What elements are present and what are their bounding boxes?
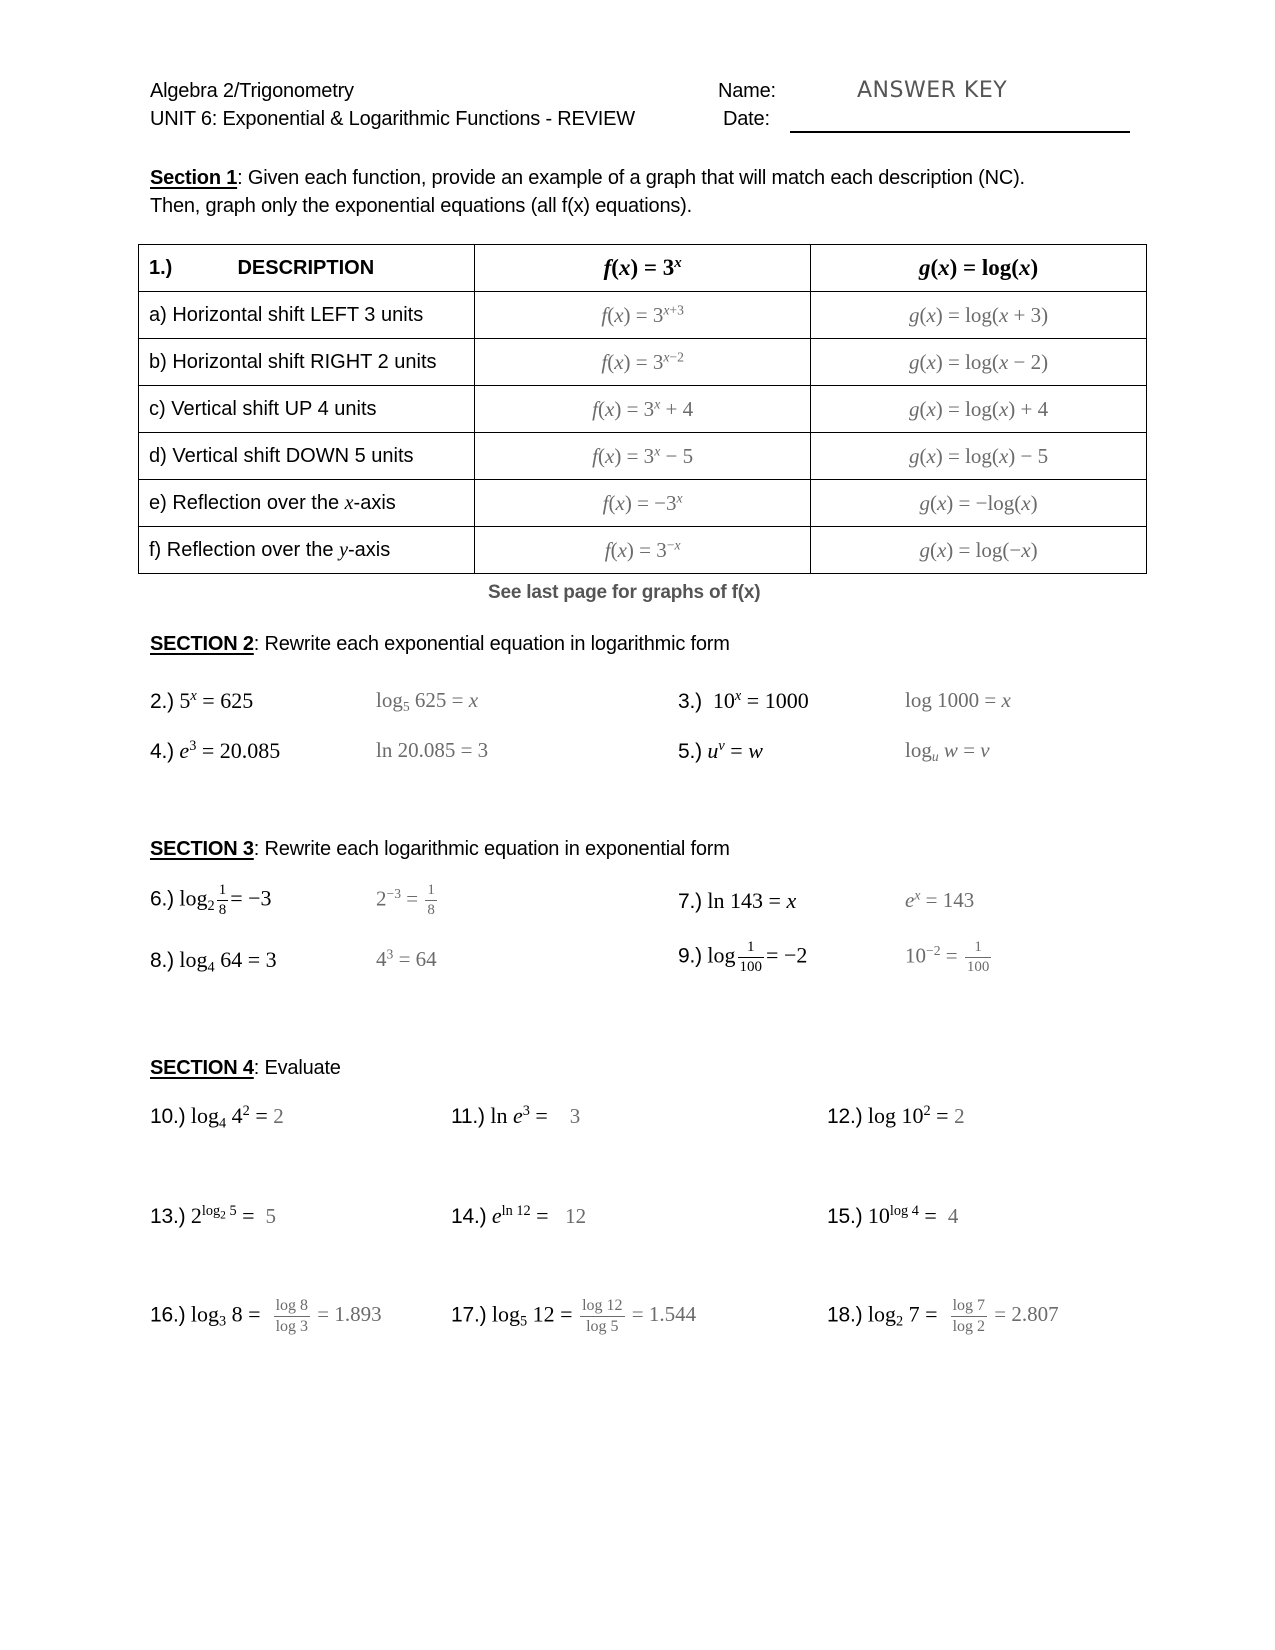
answer-5: logu w = v bbox=[905, 738, 990, 765]
section3-instructions: : Rewrite each logarithmic equation in e… bbox=[253, 838, 730, 860]
row-f-answer: f(x) = 3x + 4 bbox=[474, 385, 812, 433]
table-header-row: 1.) DESCRIPTION f(x) = 3x g(x) = log(x) bbox=[137, 244, 1147, 292]
problem-2: 2.) 5x = 625 bbox=[150, 688, 254, 713]
table-row: a) Horizontal shift LEFT 3 units f(x) = … bbox=[137, 291, 1147, 339]
row-g-answer: g(x) = log(x) + 4 bbox=[810, 385, 1147, 433]
problem-11: 11.) ln e3 = 3 bbox=[451, 1103, 581, 1128]
transformations-table: 1.) DESCRIPTION f(x) = 3x g(x) = log(x) … bbox=[137, 244, 1147, 574]
answer-4: ln 20.085 = 3 bbox=[376, 738, 489, 762]
row-description: a) Horizontal shift LEFT 3 units bbox=[137, 291, 476, 339]
row-description: c) Vertical shift UP 4 units bbox=[137, 385, 476, 433]
problem-9: 9.) log 1 100 = −2 bbox=[678, 939, 808, 975]
answer-15: 4 bbox=[947, 1204, 959, 1228]
section2-instructions: : Rewrite each exponential equation in l… bbox=[253, 633, 730, 655]
section1-instructions: Section 1: Given each function, provide … bbox=[150, 167, 1025, 190]
section4-heading: SECTION 4: Evaluate bbox=[150, 1057, 341, 1080]
answer-11: 3 bbox=[569, 1104, 581, 1128]
answer-8: 43 = 64 bbox=[376, 946, 437, 971]
course-title: Algebra 2/Trigonometry bbox=[150, 80, 354, 102]
problem-17: 17.) log5 12 = log 12 log 5 = 1.544 bbox=[451, 1297, 697, 1335]
answer-14: 12 bbox=[565, 1204, 587, 1228]
date-label: Date: bbox=[723, 108, 770, 130]
table-row: f) Reflection over the y-axis f(x) = 3−x… bbox=[137, 526, 1147, 574]
row-f-answer: f(x) = 3−x bbox=[474, 526, 812, 574]
problem-13: 13.) 2log2 5 = 5 bbox=[150, 1203, 277, 1228]
description-heading: DESCRIPTION bbox=[237, 256, 375, 279]
answer-17: log 12 log 5 = 1.544 bbox=[580, 1297, 697, 1335]
date-field[interactable] bbox=[790, 131, 1130, 133]
row-description: f) Reflection over the y-axis bbox=[137, 526, 476, 574]
name-label: Name: bbox=[718, 80, 776, 102]
section1-text-2: Then, graph only the exponential equatio… bbox=[150, 195, 692, 217]
answer-key-stamp: ANSWER KEY bbox=[857, 78, 1008, 103]
answer-18: log 7 log 2 = 2.807 bbox=[950, 1297, 1059, 1335]
problem-10: 10.) log4 42 = 2 bbox=[150, 1103, 284, 1132]
row-g-answer: g(x) = log(−x) bbox=[810, 526, 1147, 574]
table-row: d) Vertical shift DOWN 5 units f(x) = 3x… bbox=[137, 432, 1147, 480]
answer-10: 2 bbox=[273, 1104, 284, 1128]
row-description: b) Horizontal shift RIGHT 2 units bbox=[137, 338, 476, 386]
header-f: f(x) = 3x bbox=[474, 244, 812, 292]
problem-5: 5.) uv = w bbox=[678, 738, 763, 763]
problem-4: 4.) e3 = 20.085 bbox=[150, 738, 281, 763]
header-g: g(x) = log(x) bbox=[810, 244, 1147, 292]
row-description: d) Vertical shift DOWN 5 units bbox=[137, 432, 476, 480]
row-f-answer: f(x) = 3x+3 bbox=[474, 291, 812, 339]
section2-title: SECTION 2 bbox=[150, 633, 254, 655]
row-g-answer: g(x) = −log(x) bbox=[810, 479, 1147, 527]
row-f-answer: f(x) = 3x−2 bbox=[474, 338, 812, 386]
header-description: 1.) DESCRIPTION bbox=[137, 244, 476, 292]
table-row: e) Reflection over the x-axis f(x) = −3x… bbox=[137, 479, 1147, 527]
section2-heading: SECTION 2: Rewrite each exponential equa… bbox=[150, 633, 730, 656]
section4-title: SECTION 4 bbox=[150, 1057, 254, 1079]
problem-15: 15.) 10log 4 = 4 bbox=[827, 1203, 959, 1228]
answer-9: 10−2 = 1 100 bbox=[905, 939, 992, 975]
problem-number: 1.) bbox=[149, 256, 173, 279]
row-g-answer: g(x) = log(x) − 5 bbox=[810, 432, 1147, 480]
answer-3: log 1000 = x bbox=[905, 688, 1011, 712]
row-g-answer: g(x) = log(x − 2) bbox=[810, 338, 1147, 386]
section1-text-1: : Given each function, provide an exampl… bbox=[237, 167, 1025, 189]
row-f-answer: f(x) = 3x − 5 bbox=[474, 432, 812, 480]
table-row: c) Vertical shift UP 4 units f(x) = 3x +… bbox=[137, 385, 1147, 433]
row-f-answer: f(x) = −3x bbox=[474, 479, 812, 527]
graphs-note: See last page for graphs of f(x) bbox=[488, 582, 761, 603]
problem-16: 16.) log3 8 = log 8 log 3 = 1.893 bbox=[150, 1297, 382, 1335]
section4-instructions: : Evaluate bbox=[253, 1057, 341, 1079]
answer-16: log 8 log 3 = 1.893 bbox=[273, 1297, 382, 1335]
answer-2: log5 625 = x bbox=[376, 688, 479, 715]
problem-8: 8.) log4 64 = 3 bbox=[150, 947, 277, 976]
problem-18: 18.) log2 7 = log 7 log 2 = 2.807 bbox=[827, 1297, 1059, 1335]
row-g-answer: g(x) = log(x + 3) bbox=[810, 291, 1147, 339]
table-row: b) Horizontal shift RIGHT 2 units f(x) =… bbox=[137, 338, 1147, 386]
section3-title: SECTION 3 bbox=[150, 838, 254, 860]
answer-6: 2−3 = 18 bbox=[376, 882, 437, 918]
problem-3: 3.) 10x = 1000 bbox=[678, 688, 809, 713]
row-description: e) Reflection over the x-axis bbox=[137, 479, 476, 527]
answer-12: 2 bbox=[954, 1104, 965, 1128]
problem-14: 14.) eln 12 = 12 bbox=[451, 1203, 587, 1228]
problem-6: 6.) log2 1 8 = −3 bbox=[150, 882, 272, 918]
problem-12: 12.) log 102 = 2 bbox=[827, 1103, 965, 1128]
unit-title: UNIT 6: Exponential & Logarithmic Functi… bbox=[150, 108, 635, 130]
section3-heading: SECTION 3: Rewrite each logarithmic equa… bbox=[150, 838, 730, 861]
answer-13: 5 bbox=[265, 1204, 277, 1228]
section1-title: Section 1 bbox=[150, 167, 238, 189]
problem-7: 7.) ln 143 = x bbox=[678, 888, 797, 913]
answer-7: ex = 143 bbox=[905, 887, 975, 912]
